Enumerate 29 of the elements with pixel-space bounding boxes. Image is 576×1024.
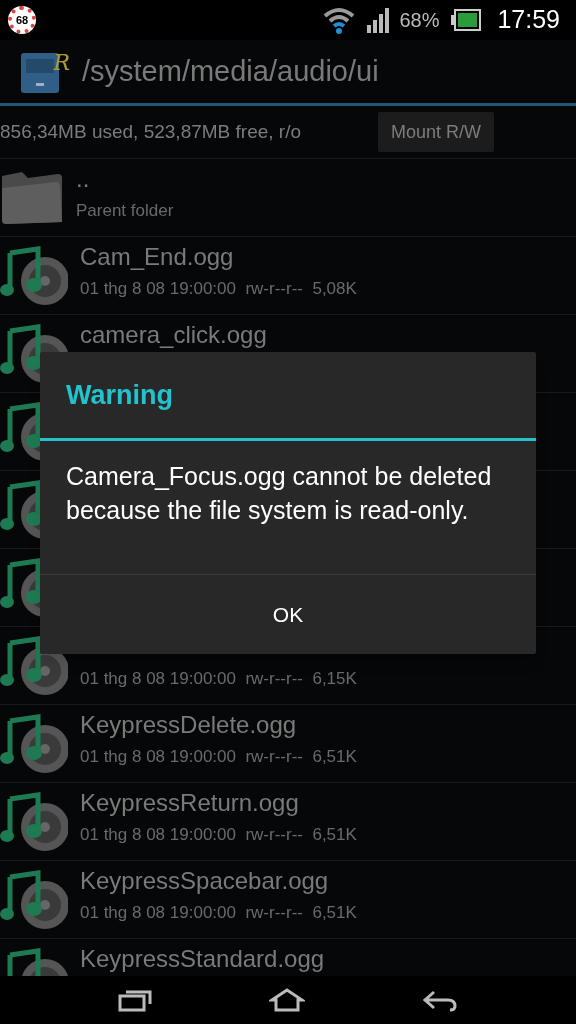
dialog-message: Camera_Focus.ogg cannot be deleted because the file system is read-only. <box>66 461 493 526</box>
recent-apps-icon[interactable] <box>118 988 153 1012</box>
dialog-title: Warning <box>66 378 173 412</box>
file-details: 01 thg 8 08 19:00:00 rw-r--r-- 6,51K <box>80 824 357 846</box>
file-name: KeypressReturn.ogg <box>80 789 300 817</box>
file-details: 01 thg 8 08 19:00:00 rw-r--r-- 6,51K <box>80 746 357 768</box>
file-name: KeypressDelete.ogg <box>80 711 298 739</box>
file-name: Cam_End.ogg <box>80 243 235 271</box>
mount-button[interactable]: Mount R/W <box>377 112 494 152</box>
file-details: Parent folder <box>76 200 174 222</box>
folder-path: /system/media/audio/ui <box>82 53 379 89</box>
wifi-icon <box>323 6 356 34</box>
home-icon[interactable] <box>269 988 305 1012</box>
battery-percent: 68% <box>399 8 440 33</box>
signal-icon <box>367 7 392 33</box>
file-name: KeypressStandard.ogg <box>80 945 325 973</box>
notification-badge: 68 <box>8 6 36 34</box>
back-icon[interactable] <box>421 988 458 1012</box>
folder-icon <box>0 169 64 226</box>
clock: 17:59 <box>497 4 560 36</box>
storage-info: 856,34MB used, 523,87MB free, r/o <box>0 119 301 144</box>
file-name: .. <box>76 165 91 193</box>
file-details: 01 thg 8 08 19:00:00 rw-r--r-- 6,15K <box>80 668 357 690</box>
file-name: KeypressSpacebar.ogg <box>80 867 330 895</box>
file-details: 01 thg 8 08 19:00:00 rw-r--r-- 6,51K <box>80 902 357 924</box>
file-name: camera_click.ogg <box>80 321 267 349</box>
battery-icon <box>451 9 482 31</box>
file-details: 01 thg 8 08 19:00:00 rw-r--r-- 5,08K <box>80 278 357 300</box>
ok-button[interactable]: OK <box>40 575 536 654</box>
